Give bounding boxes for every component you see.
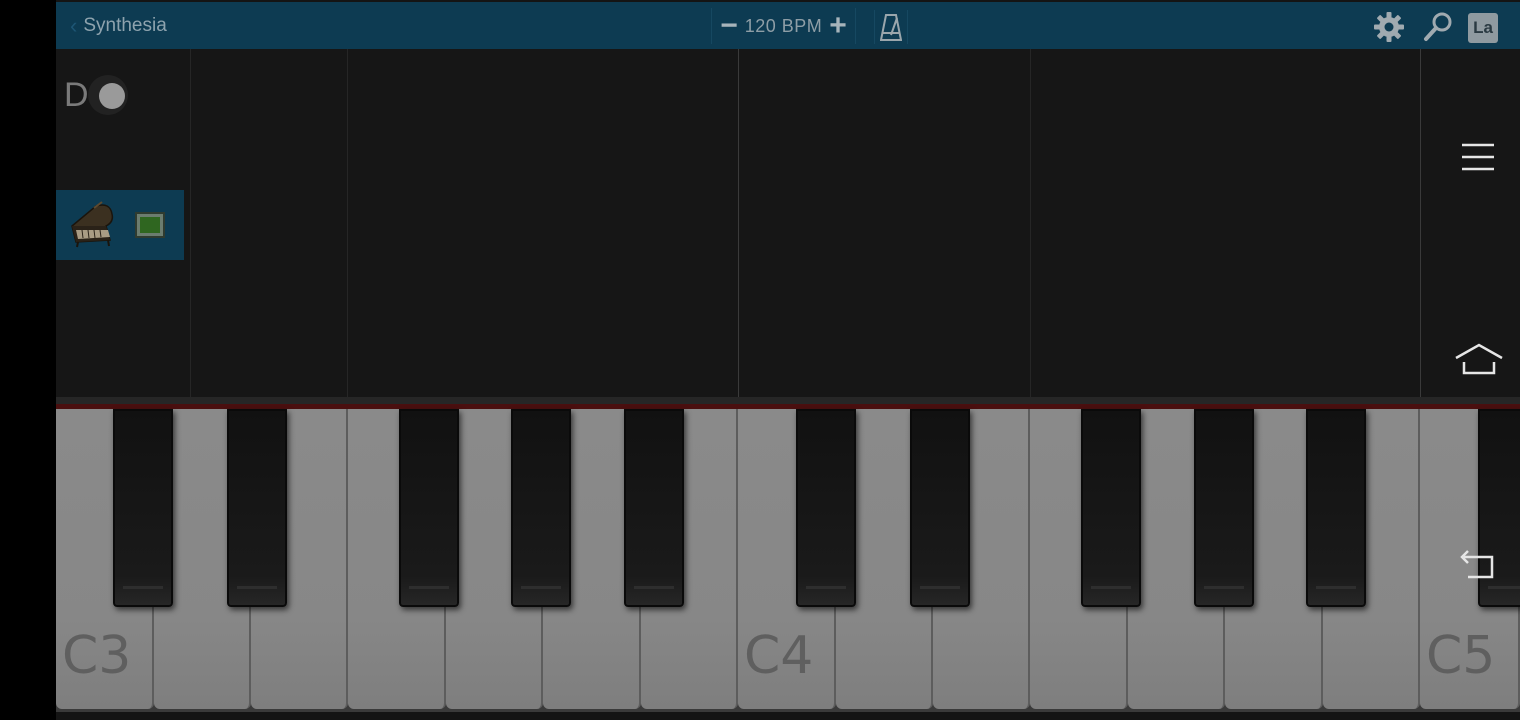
nav-menu-button[interactable]: [1458, 140, 1498, 174]
tempo-label: 120 BPM: [744, 15, 823, 36]
dot-toggle[interactable]: D: [64, 74, 144, 118]
beat-line: [190, 49, 191, 397]
nav-back-button[interactable]: [1458, 545, 1498, 585]
black-key-cs4[interactable]: [796, 409, 856, 607]
search-button[interactable]: [1421, 10, 1455, 44]
note-lanes: D: [56, 49, 1520, 397]
key-label-c5: C5: [1426, 626, 1496, 686]
black-key-ds4[interactable]: [910, 409, 970, 607]
black-key-gs3[interactable]: [511, 409, 571, 607]
search-icon: [1424, 12, 1452, 41]
gear-icon: [1374, 12, 1404, 42]
toggle-knob: [99, 83, 125, 109]
back-icon: [1460, 550, 1494, 579]
app-title: Synthesia: [83, 14, 167, 36]
metronome-button[interactable]: [874, 10, 908, 44]
key-labels-button[interactable]: La: [1468, 13, 1498, 43]
black-key-fs4[interactable]: [1081, 409, 1141, 607]
settings-button[interactable]: [1372, 10, 1406, 44]
track-row: [56, 190, 184, 260]
black-key-ds3[interactable]: [227, 409, 287, 607]
black-key-gs4[interactable]: [1194, 409, 1254, 607]
synthesia-app: ‹ Synthesia − 120 BPM + La D C3 C4 C5: [56, 0, 1520, 720]
key-label-c3: C3: [62, 626, 132, 686]
nav-home-button[interactable]: [1454, 340, 1504, 380]
tempo-decrease-button[interactable]: −: [716, 11, 742, 41]
black-key-as3[interactable]: [624, 409, 684, 607]
track-color-swatch: [140, 217, 160, 233]
home-icon: [1455, 343, 1503, 375]
black-key-as4[interactable]: [1306, 409, 1366, 607]
tempo-control: − 120 BPM +: [711, 8, 856, 44]
chevron-left-icon: ‹: [70, 12, 78, 38]
key-label-c4: C4: [744, 626, 814, 686]
dot-toggle-letter: D: [64, 76, 89, 114]
back-button[interactable]: ‹ Synthesia: [70, 2, 167, 49]
black-key-cs3[interactable]: [113, 409, 173, 607]
beat-line: [1030, 49, 1031, 397]
track-color-button[interactable]: [135, 212, 165, 238]
top-bar: ‹ Synthesia − 120 BPM + La: [56, 2, 1520, 51]
menu-icon: [1462, 143, 1494, 171]
octave-line: [738, 49, 739, 397]
tempo-increase-button[interactable]: +: [825, 11, 851, 41]
black-key-fs3[interactable]: [399, 409, 459, 607]
octave-line: [1420, 49, 1421, 397]
piano-keyboard: C3 C4 C5: [56, 409, 1520, 712]
beat-line: [347, 49, 348, 397]
grand-piano-icon: [71, 201, 114, 248]
instrument-button[interactable]: [66, 200, 118, 248]
metronome-icon: [880, 14, 902, 41]
